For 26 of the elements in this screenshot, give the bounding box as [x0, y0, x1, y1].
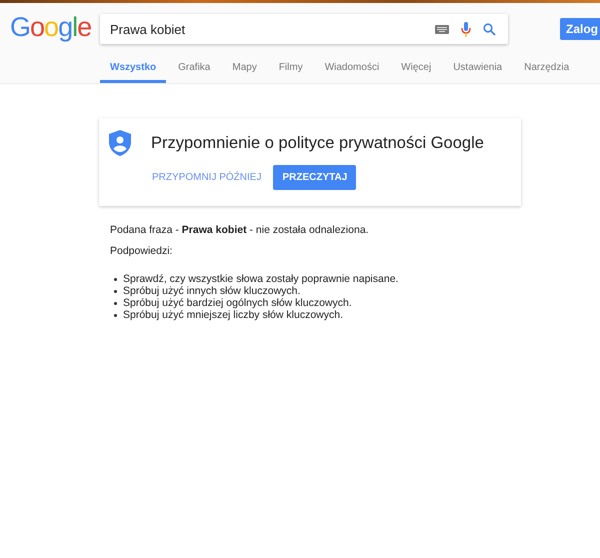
nav-tab[interactable]: Wszystko: [100, 55, 166, 83]
read-button[interactable]: PRZECZYTAJ: [273, 165, 356, 190]
shield-person-icon: [109, 130, 131, 156]
nav-tab[interactable]: Ustawienia: [443, 55, 512, 83]
bullet-icon: [114, 314, 117, 316]
microphone-icon[interactable]: [461, 22, 471, 36]
hint-text: Spróbuj użyć mniejszej liczby słów kluczowych.: [123, 309, 343, 321]
no-results-message: Podana fraza - Prawa kobiet - nie została odnaleziona.: [110, 224, 370, 236]
search-icon[interactable]: [483, 22, 496, 36]
bullet-icon: [114, 278, 117, 280]
nav-tab[interactable]: Więcej: [391, 55, 442, 83]
nav-tab[interactable]: Mapy: [222, 55, 267, 83]
hint-text: Spróbuj użyć bardziej ogólnych słów kluczowych.: [123, 297, 352, 309]
hints-heading: Podpowiedzi:: [110, 245, 174, 257]
bullet-icon: [114, 290, 117, 292]
bullet-icon: [114, 302, 117, 304]
search-field[interactable]: Prawa kobiet: [100, 14, 508, 44]
card-title: Przypomnienie o polityce prywatności Google: [151, 134, 484, 152]
nav-tab[interactable]: Grafika: [168, 55, 220, 83]
hint-text: Spróbuj użyć innych słów kluczowych.: [123, 285, 300, 297]
remind-later-button[interactable]: PRZYPOMNIJ PÓŹNIEJ: [150, 166, 264, 189]
nav-tab[interactable]: Wiadomości: [314, 55, 390, 83]
nav-tab[interactable]: Filmy: [268, 55, 313, 83]
hint-text: Sprawdź, czy wszystkie słowa zostały poprawnie napisane.: [123, 273, 398, 285]
sign-in-button[interactable]: Zalog: [560, 18, 600, 40]
nav-tab[interactable]: Narzędzia: [514, 55, 580, 83]
